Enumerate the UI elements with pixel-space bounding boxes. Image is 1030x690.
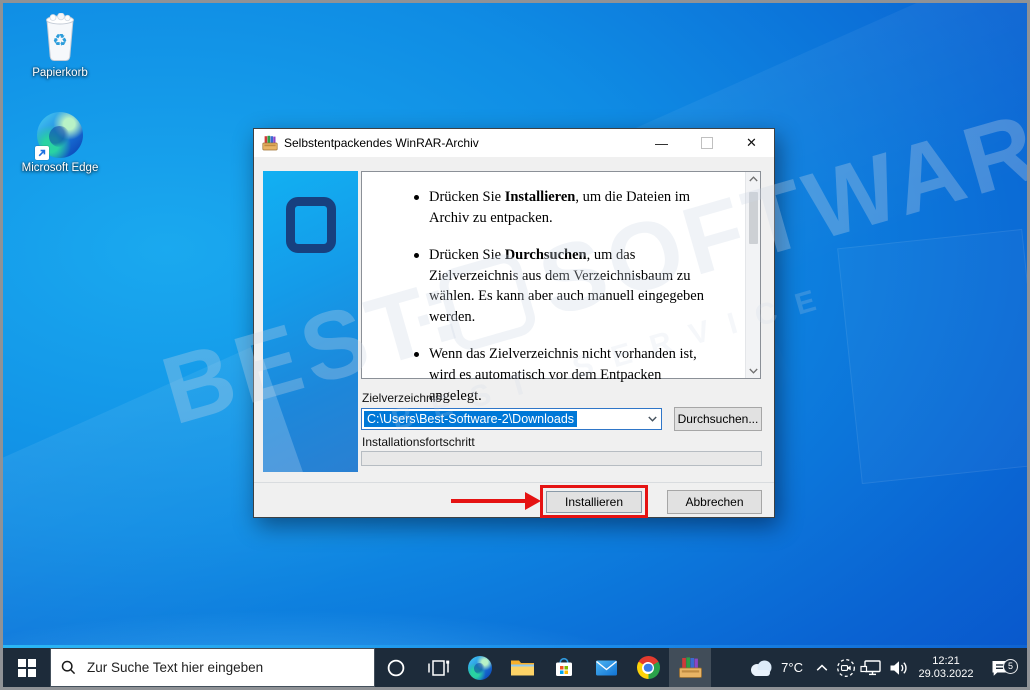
taskbar-search-box[interactable] <box>50 648 375 687</box>
red-arrow-head <box>525 492 541 510</box>
microsoft-store-icon <box>556 657 572 676</box>
instructions-list: Drücken Sie Installieren, um die Dateien… <box>412 187 710 406</box>
close-button[interactable]: ✕ <box>729 129 774 157</box>
shortcut-arrow-icon <box>35 146 49 160</box>
scroll-up-icon[interactable] <box>748 176 758 182</box>
weather-widget[interactable]: 7°C <box>742 658 811 678</box>
search-input[interactable] <box>85 659 364 676</box>
search-icon <box>61 660 76 675</box>
show-hidden-icons-button[interactable] <box>811 664 833 672</box>
file-explorer-icon <box>510 660 534 675</box>
notification-count-badge: 5 <box>1003 658 1018 674</box>
instruction-item: Drücken Sie Durchsuchen, um das Zielverz… <box>412 245 710 327</box>
footer-separator <box>254 482 774 483</box>
desktop-icon-label: Papierkorb <box>32 67 88 79</box>
task-view-icon <box>427 659 449 676</box>
volume-tray-button[interactable] <box>885 659 911 677</box>
speaker-volume-icon <box>890 660 907 675</box>
target-directory-label: Zielverzeichnis <box>362 391 442 405</box>
ethernet-network-icon <box>860 660 881 676</box>
desktop-icon-microsoft-edge[interactable]: Microsoft Edge <box>16 106 104 174</box>
maximize-button <box>684 129 729 157</box>
target-directory-value[interactable]: C:\Users\Best-Software-2\Downloads <box>364 411 578 427</box>
windows-desktop-screen: BEST SOFTWARE BEST SERVICE ♻ Papierkorb <box>0 0 1030 690</box>
instruction-item: Wenn das Zielverzeichnis nicht vorhanden… <box>412 344 710 406</box>
sfx-side-banner <box>263 171 358 472</box>
red-highlight-box <box>540 485 648 518</box>
network-tray-button[interactable] <box>859 658 885 677</box>
chevron-up-icon <box>816 664 828 671</box>
chrome-icon <box>636 656 660 679</box>
instructions-text-area: Drücken Sie Installieren, um die Dateien… <box>361 171 761 404</box>
winrar-sfx-dialog: Selbstentpackendes WinRAR-Archiv — ✕ Drü… <box>253 128 775 518</box>
cortana-icon <box>387 659 405 676</box>
vertical-scrollbar[interactable] <box>745 172 760 378</box>
dialog-body: Drücken Sie Installieren, um die Dateien… <box>254 157 774 518</box>
dialog-titlebar[interactable]: Selbstentpackendes WinRAR-Archiv — ✕ <box>254 129 774 157</box>
clock-date: 29.03.2022 <box>918 667 974 680</box>
taskbar-task-view-button[interactable] <box>417 648 459 687</box>
browse-button[interactable]: Durchsuchen... <box>674 407 762 431</box>
progress-label: Installationsfortschritt <box>362 435 475 449</box>
svg-text:♻: ♻ <box>52 31 67 51</box>
winrar-icon <box>678 657 702 678</box>
edge-icon <box>16 106 104 160</box>
target-directory-combobox[interactable]: C:\Users\Best-Software-2\Downloads <box>361 408 662 430</box>
action-center-button[interactable]: 5 <box>981 658 1021 678</box>
installation-progress-bar <box>361 451 762 466</box>
taskbar-winrar-button-active[interactable] <box>669 648 711 687</box>
taskbar-store-button[interactable] <box>543 648 585 687</box>
sfx-banner-logo <box>285 197 336 253</box>
taskbar-chrome-button[interactable] <box>627 648 669 687</box>
taskbar: 7°C <box>3 648 1027 687</box>
taskbar-cortana-button[interactable] <box>375 648 417 687</box>
meet-now-icon <box>837 658 855 677</box>
desktop-icon-label: Microsoft Edge <box>21 162 99 174</box>
temperature-text: 7°C <box>781 660 803 675</box>
cancel-button[interactable]: Abbrechen <box>667 490 762 514</box>
scroll-down-icon[interactable] <box>748 368 758 374</box>
dialog-title: Selbstentpackendes WinRAR-Archiv <box>284 136 479 150</box>
clock-time: 12:21 <box>932 654 960 667</box>
mail-icon <box>595 660 617 675</box>
desktop-icon-recycle-bin[interactable]: ♻ Papierkorb <box>16 11 104 79</box>
system-tray: 7°C 12:21 29.03.2022 5 <box>742 648 1027 687</box>
meet-now-tray-button[interactable] <box>833 657 859 679</box>
winrar-sfx-icon <box>262 135 278 151</box>
recycle-bin-icon: ♻ <box>16 11 104 63</box>
taskbar-mail-button[interactable] <box>585 648 627 687</box>
taskbar-edge-button[interactable] <box>459 648 501 687</box>
windows-logo-icon <box>17 658 36 677</box>
taskbar-file-explorer-button[interactable] <box>501 648 543 687</box>
combobox-dropdown-icon[interactable] <box>644 409 661 429</box>
wallpaper-window-pane <box>837 228 1027 485</box>
start-button[interactable] <box>3 648 50 687</box>
instruction-item: Drücken Sie Installieren, um die Dateien… <box>412 187 710 228</box>
scrollbar-thumb[interactable] <box>749 192 758 244</box>
taskbar-clock[interactable]: 12:21 29.03.2022 <box>911 655 981 681</box>
cloud-icon <box>751 660 772 676</box>
edge-icon <box>468 655 492 680</box>
red-arrow-annotation <box>451 499 527 503</box>
